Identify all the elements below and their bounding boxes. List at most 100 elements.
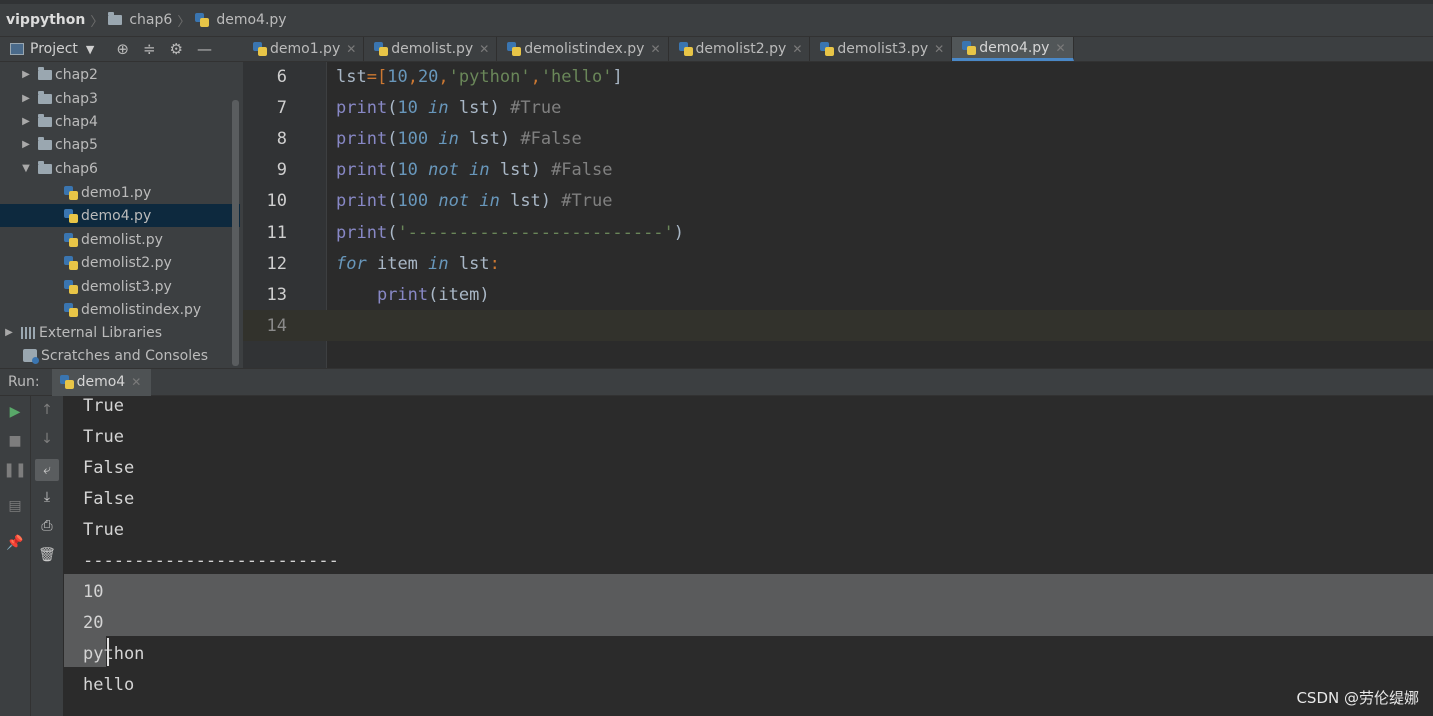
line-number: 9 xyxy=(276,160,287,180)
tab-label: demolist.py xyxy=(391,41,474,57)
code-token: in xyxy=(428,98,449,118)
soft-wrap-icon[interactable]: ⤶ xyxy=(35,459,59,481)
trash-icon[interactable]: 🗑 xyxy=(31,547,63,563)
tree-folder-chap2[interactable]: ▶ chap2 xyxy=(0,63,232,86)
tree-file-demo4[interactable]: demo4.py xyxy=(0,204,240,227)
close-icon[interactable]: ✕ xyxy=(346,42,356,56)
code-editor[interactable]: 6 7 8 9 10 11 12 13 14 lst=[10,20,'pytho… xyxy=(243,62,1433,368)
tab-demo1[interactable]: demo1.py ✕ xyxy=(243,37,365,61)
collapse-all-icon[interactable]: ≑ xyxy=(143,40,156,58)
layout-icon[interactable]: ▤ xyxy=(0,498,30,514)
code-token: ] xyxy=(612,67,623,87)
code-token: ( xyxy=(387,191,398,211)
line-number: 6 xyxy=(276,67,287,87)
run-actions-left: ▶ ■ ❚❚ ▤ 📌 xyxy=(0,396,31,716)
console-line: True xyxy=(83,520,124,540)
locate-icon[interactable]: ⊕ xyxy=(116,40,129,58)
tab-demo4[interactable]: demo4.py ✕ xyxy=(952,37,1074,61)
close-icon[interactable]: ✕ xyxy=(792,42,802,56)
tab-demolistindex[interactable]: demolistindex.py ✕ xyxy=(497,37,669,61)
pause-icon[interactable]: ❚❚ xyxy=(0,462,30,478)
chevron-down-icon: ▼ xyxy=(85,42,95,56)
breadcrumb-file[interactable]: demo4.py xyxy=(195,12,287,28)
tree-file-demolist3[interactable]: demolist3.py xyxy=(0,275,232,298)
tab-demolist[interactable]: demolist.py ✕ xyxy=(364,37,498,61)
arrow-up-icon[interactable]: ↑ xyxy=(31,402,63,418)
chevron-right-icon[interactable]: ▶ xyxy=(20,139,32,150)
code-token: 20 xyxy=(417,67,439,87)
folder-icon xyxy=(38,136,52,150)
rerun-icon[interactable]: ▶ xyxy=(0,404,30,420)
scroll-to-end-icon[interactable]: ⤓ xyxy=(31,489,63,505)
code-token: lst xyxy=(499,160,531,180)
chevron-right-icon[interactable]: ▶ xyxy=(20,69,32,80)
chevron-right-icon[interactable]: ▶ xyxy=(3,327,15,338)
text-selection xyxy=(64,574,1433,636)
python-file-icon xyxy=(962,40,977,55)
chevron-right-icon[interactable]: ▶ xyxy=(20,116,32,127)
code-token: print xyxy=(336,129,388,149)
tab-label: demolist2.py xyxy=(695,41,787,57)
breadcrumb-folder[interactable]: chap6 xyxy=(108,12,172,28)
current-line-highlight xyxy=(243,310,1433,341)
code-token: ) xyxy=(489,98,500,118)
tree-external-libraries[interactable]: ▶ External Libraries xyxy=(0,321,232,344)
sidebar-scrollbar[interactable] xyxy=(232,100,239,366)
close-icon[interactable]: ✕ xyxy=(650,42,660,56)
project-tree: ▶ chap2 ▶ chap3 ▶ chap4 ▶ chap5 ▼ chap6 demo1… xyxy=(0,62,243,368)
pin-icon[interactable]: 📌 xyxy=(0,535,30,551)
chevron-right-icon[interactable]: ▶ xyxy=(20,93,32,104)
console-line: hello xyxy=(83,675,135,695)
run-toolbar: Run: demo4 ✕ xyxy=(0,368,1433,396)
project-view-selector[interactable]: Project ▼ xyxy=(10,41,94,57)
code-token: lst xyxy=(510,191,541,211)
arrow-down-icon[interactable]: ↓ xyxy=(31,431,63,447)
tree-folder-chap4[interactable]: ▶ chap4 xyxy=(0,110,232,133)
python-file-icon xyxy=(820,42,835,56)
console-line: 10 xyxy=(83,582,104,602)
close-icon[interactable]: ✕ xyxy=(479,42,489,56)
run-tab-demo4[interactable]: demo4 ✕ xyxy=(51,368,152,396)
tab-demolist2[interactable]: demolist2.py ✕ xyxy=(669,37,811,61)
gear-icon[interactable]: ⚙ xyxy=(170,40,183,58)
stop-icon[interactable]: ■ xyxy=(0,433,30,449)
close-icon[interactable]: ✕ xyxy=(934,42,944,56)
breadcrumb-file-label: demo4.py xyxy=(216,12,287,28)
tree-folder-chap6[interactable]: ▼ chap6 xyxy=(0,157,232,180)
console-line: ------------------------- xyxy=(83,551,339,571)
code-token: print xyxy=(336,191,388,211)
tree-file-demolist[interactable]: demolist.py xyxy=(0,228,232,251)
tree-folder-chap3[interactable]: ▶ chap3 xyxy=(0,87,232,110)
tree-file-demolist2[interactable]: demolist2.py xyxy=(0,251,232,274)
python-file-icon xyxy=(678,42,693,56)
print-icon[interactable]: ⎙ xyxy=(31,518,63,534)
code-token: ( xyxy=(387,223,398,243)
tree-scratches[interactable]: Scratches and Consoles xyxy=(0,344,232,367)
tree-label: Scratches and Consoles xyxy=(41,347,208,364)
tree-file-demo1[interactable]: demo1.py xyxy=(0,181,232,204)
hide-icon[interactable]: — xyxy=(197,40,212,58)
line-number: 12 xyxy=(266,254,287,274)
python-file-icon xyxy=(64,185,78,200)
tab-demolist3[interactable]: demolist3.py ✕ xyxy=(810,37,953,61)
python-file-icon xyxy=(64,208,78,223)
close-icon[interactable]: ✕ xyxy=(1055,41,1065,55)
tree-file-demolistindex[interactable]: demolistindex.py xyxy=(0,298,232,321)
line-number: 13 xyxy=(266,285,287,305)
python-file-icon xyxy=(64,232,78,247)
tab-label: demolistindex.py xyxy=(524,41,645,57)
run-console-output[interactable]: True True False False True -------------… xyxy=(64,396,1433,716)
code-line-10: print(100 not in lst) #True xyxy=(336,191,612,211)
code-token: not in xyxy=(428,160,490,180)
code-token: print xyxy=(336,223,388,243)
breadcrumb-project[interactable]: vippython xyxy=(0,12,85,28)
tree-label: External Libraries xyxy=(39,324,162,341)
project-toolbar: Project ▼ ⊕ ≑ ⚙ — xyxy=(0,37,243,62)
chevron-down-icon[interactable]: ▼ xyxy=(20,163,32,174)
close-icon[interactable]: ✕ xyxy=(131,375,141,389)
python-file-icon xyxy=(64,279,78,294)
code-line-11: print('-------------------------') xyxy=(336,223,684,243)
console-line: True xyxy=(83,396,124,416)
code-line-8: print(100 in lst) #False xyxy=(336,129,582,149)
tree-folder-chap5[interactable]: ▶ chap5 xyxy=(0,133,232,156)
